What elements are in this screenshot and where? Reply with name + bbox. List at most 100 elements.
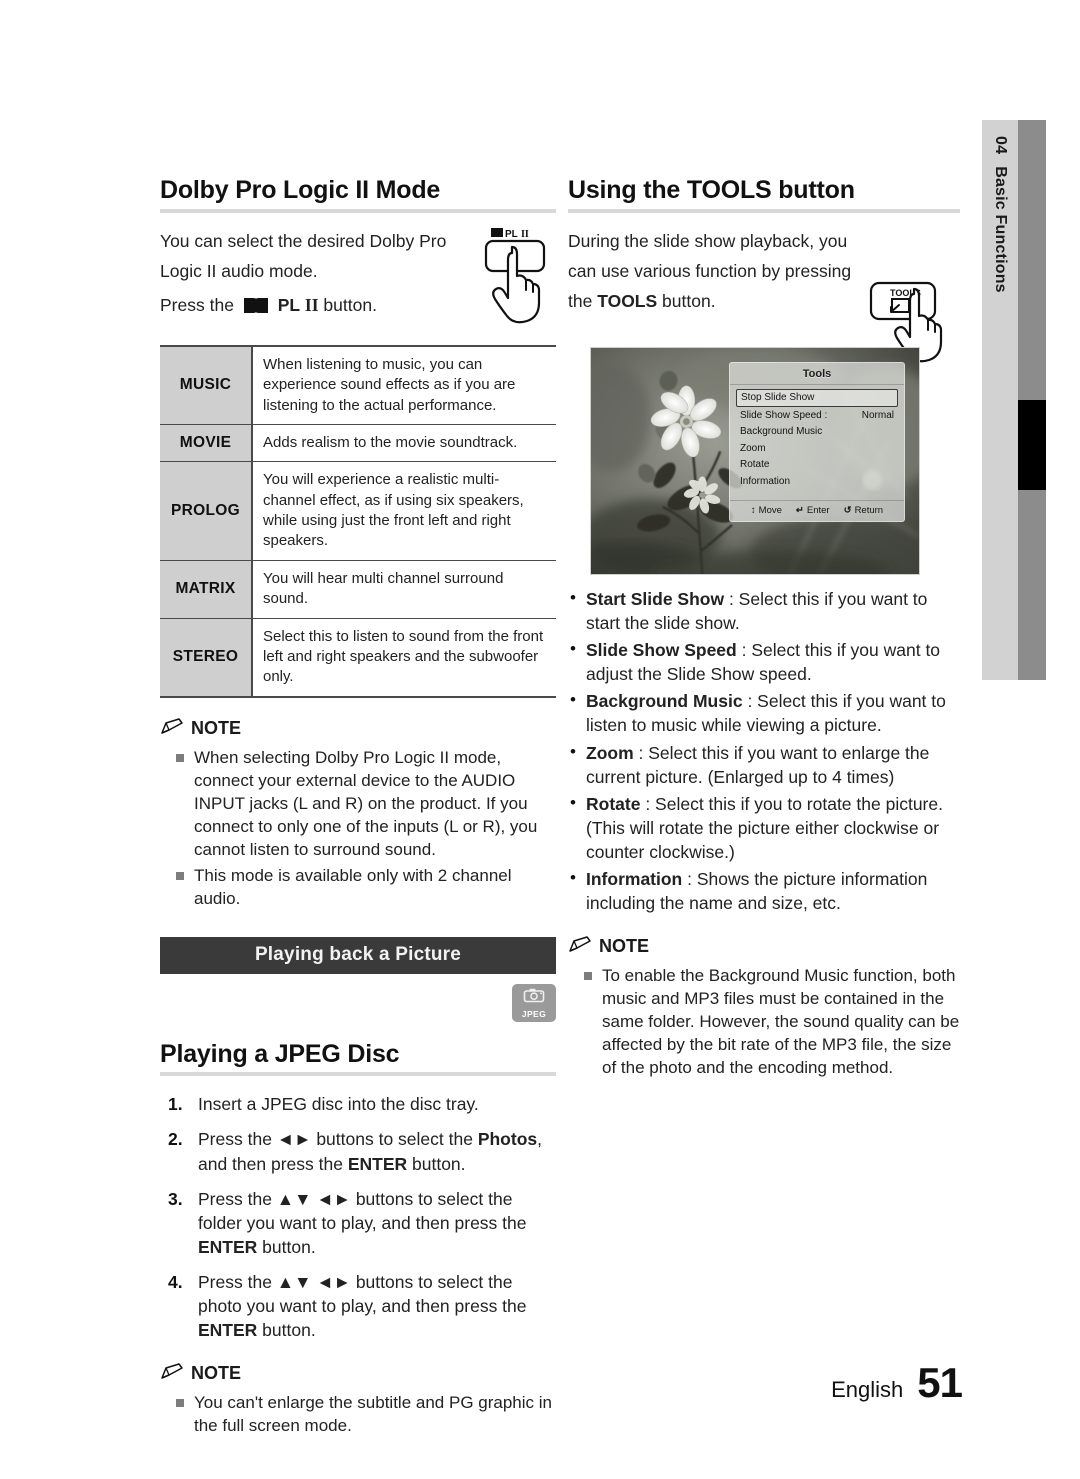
tools-panel-footer: ↕ Move ↵ Enter ↺ Return <box>730 499 904 521</box>
side-index-marker <box>1018 400 1046 490</box>
mode-desc-2: You will experience a realistic multi-ch… <box>252 461 556 561</box>
press-suffix: button. <box>323 295 377 316</box>
table-row: MOVIE Adds realism to the movie soundtra… <box>160 424 556 463</box>
note-label: NOTE <box>191 1363 242 1384</box>
svg-text:PL: PL <box>505 229 518 240</box>
dolby-press-line: Press the PL II button. <box>160 293 460 320</box>
footer-language: English <box>831 1377 904 1402</box>
tools-term: Zoom <box>586 742 634 763</box>
heading-rule-tools <box>568 208 960 213</box>
pl2-button-illustration: PL II <box>482 225 560 337</box>
tools-item-value: Normal <box>861 409 894 421</box>
list-item: Background Music : Select this if you wa… <box>568 688 960 737</box>
left-column: Dolby Pro Logic II Mode You can select t… <box>160 176 556 1440</box>
table-row: PROLOG You will experience a realistic m… <box>160 461 556 561</box>
list-item: 1. Insert a JPEG disc into the disc tray… <box>160 1092 556 1116</box>
tools-item-label: Rotate <box>740 459 770 471</box>
mode-name-4: STEREO <box>160 618 253 697</box>
tools-item-label: Zoom <box>740 442 766 454</box>
note-header-dolby: NOTE <box>160 718 556 740</box>
step-number: 4. <box>168 1272 183 1293</box>
tools-intro-line2: can use various function by pressing <box>568 260 852 281</box>
pencil-icon <box>160 1362 184 1385</box>
tools-menu-item-background-music[interactable]: Background Music <box>736 424 898 441</box>
list-item: Information : Shows the picture informat… <box>568 866 960 915</box>
tools-menu-item-stop-slide-show[interactable]: Stop Slide Show <box>736 388 898 408</box>
footer-hint-move-label: Move <box>758 504 782 516</box>
return-arrow-icon: ↺ <box>843 504 852 516</box>
list-item: 2. Press the ◄► buttons to select the Ph… <box>160 1127 556 1175</box>
jpeg-badge-label: JPEG <box>521 1008 547 1019</box>
note-item: You can't enlarge the subtitle and PG gr… <box>160 1391 556 1437</box>
side-index-tab: 04 Basic Functions <box>982 120 1018 680</box>
table-row: STEREO Select this to listen to sound fr… <box>160 618 556 697</box>
note-item: When selecting Dolby Pro Logic II mode, … <box>160 746 556 862</box>
footer-hint-enter: ↵ Enter <box>796 505 830 516</box>
hand-pressing-pl2-icon: PL II <box>484 227 546 324</box>
mode-name-1: MOVIE <box>160 424 253 463</box>
pencil-icon <box>160 718 184 740</box>
tools-menu-item-slide-show-speed[interactable]: Slide Show Speed : Normal <box>736 407 898 424</box>
list-item: Start Slide Show : Select this if you wa… <box>568 586 960 635</box>
note-label: NOTE <box>191 718 242 739</box>
note-list-jpeg: You can't enlarge the subtitle and PG gr… <box>160 1391 556 1437</box>
table-row: MUSIC When listening to music, you can e… <box>160 345 556 425</box>
list-item: Zoom : Select this if you want to enlarg… <box>568 740 960 789</box>
list-item: 3. Press the ▲▼ ◄► buttons to select the… <box>160 1187 556 1259</box>
mode-name-2: PROLOG <box>160 461 253 561</box>
tools-panel-title: Tools <box>730 363 904 385</box>
press-prefix: Press the <box>160 295 234 316</box>
tools-item-label: Information <box>740 475 791 487</box>
jpeg-steps-list: 1. Insert a JPEG disc into the disc tray… <box>160 1092 556 1342</box>
tools-item-label: Background Music <box>740 426 823 438</box>
tools-intro-line3: the TOOLS button. <box>568 289 874 313</box>
tools-term: Rotate <box>586 793 641 814</box>
heading-rule <box>160 208 556 213</box>
dolby-logo-icon <box>243 296 269 320</box>
camera-icon <box>523 987 545 1008</box>
tools-description-list: Start Slide Show : Select this if you wa… <box>568 586 960 916</box>
pencil-icon <box>568 935 592 958</box>
side-index-number: 04 <box>992 136 1009 155</box>
footer-page-number: 51 <box>917 1359 963 1406</box>
tools-menu-item-information[interactable]: Information <box>736 473 898 490</box>
page-title-jpeg: Playing a JPEG Disc <box>160 1039 400 1068</box>
page-title-dolby: Dolby Pro Logic II Mode <box>160 176 441 204</box>
tv-screenshot-slideshow: Tools Stop Slide Show Slide Show Speed :… <box>590 346 920 575</box>
tools-menu-item-zoom[interactable]: Zoom <box>736 440 898 457</box>
dolby-intro-line2: Logic II audio mode. <box>160 260 318 281</box>
mode-name-3: MATRIX <box>160 560 253 619</box>
intro-prefix: the <box>568 291 593 312</box>
tools-item-label: Slide Show Speed : <box>740 409 828 421</box>
press-button-name: PL II <box>277 295 319 316</box>
tools-term: Information <box>586 869 683 890</box>
tools-menu-item-rotate[interactable]: Rotate <box>736 457 898 474</box>
list-item: 4. Press the ▲▼ ◄► buttons to select the… <box>160 1270 556 1342</box>
tools-overlay-panel: Tools Stop Slide Show Slide Show Speed :… <box>729 361 905 522</box>
section-banner-playing-picture: Playing back a Picture <box>160 936 556 974</box>
jpeg-badge: JPEG <box>512 983 556 1022</box>
footer-hint-enter-label: Enter <box>806 504 830 516</box>
intro-suffix: button. <box>662 291 716 312</box>
tools-desc: : Select this if you want to enlarge the… <box>586 742 930 787</box>
tools-desc: : Select this if you to rotate the pictu… <box>586 793 943 863</box>
step-text: Press the ▲▼ ◄► buttons to select the fo… <box>198 1188 527 1258</box>
mode-desc-3: You will hear multi channel surround sou… <box>252 560 556 619</box>
enter-arrow-icon: ↵ <box>795 504 804 516</box>
step-text: Press the ▲▼ ◄► buttons to select the ph… <box>198 1272 527 1341</box>
note-header-jpeg: NOTE <box>160 1362 556 1385</box>
tools-item-label: Stop Slide Show <box>741 392 815 404</box>
tools-term: Slide Show Speed <box>586 640 737 661</box>
updown-arrow-icon: ↕ <box>750 504 756 516</box>
list-item: Slide Show Speed : Select this if you wa… <box>568 637 960 686</box>
heading-rule-jpeg <box>160 1072 556 1077</box>
tools-term: Start Slide Show <box>586 588 725 609</box>
table-row: MATRIX You will hear multi channel surro… <box>160 560 556 619</box>
manual-page: 04 Basic Functions Dolby Pro Logic II Mo… <box>0 0 1080 1479</box>
note-list-dolby: When selecting Dolby Pro Logic II mode, … <box>160 746 556 911</box>
tools-intro-line1: During the slide show playback, you <box>568 230 848 251</box>
dolby-intro-line1: You can select the desired Dolby Pro <box>160 230 447 251</box>
right-column: Using the TOOLS button During the slide … <box>568 176 960 1082</box>
note-label: NOTE <box>599 936 650 957</box>
footer-hint-move: ↕ Move <box>751 505 782 516</box>
